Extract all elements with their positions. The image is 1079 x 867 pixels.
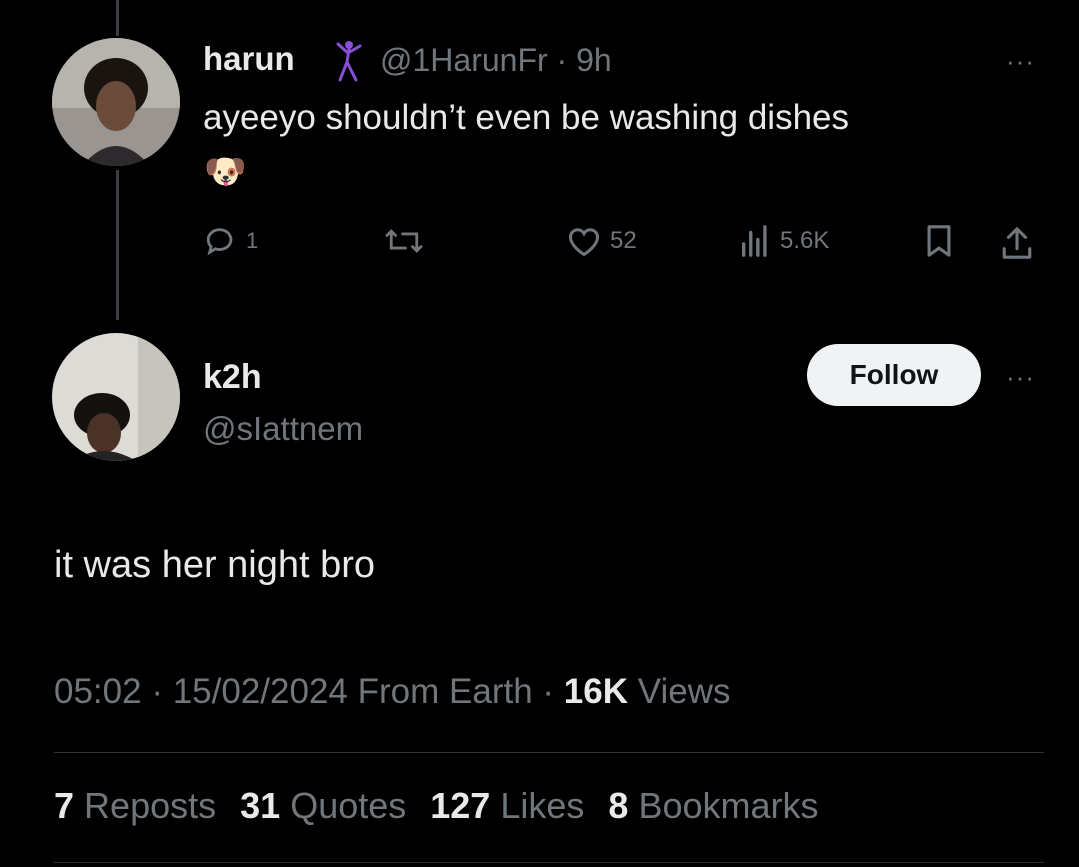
views-count: 5.6K xyxy=(780,227,830,254)
follow-button[interactable]: Follow xyxy=(807,344,981,406)
stat-quotes[interactable]: 31 Quotes xyxy=(240,785,406,827)
tweet-date[interactable]: 15/02/2024 xyxy=(173,672,348,711)
like-button[interactable]: 52 xyxy=(566,224,637,258)
views-label: Views xyxy=(637,672,731,711)
author-name[interactable]: harun xyxy=(203,40,295,78)
engagement-stats: 7 Reposts 31 Quotes 127 Likes 8 Bookmark… xyxy=(54,785,819,827)
separator-dot: · xyxy=(542,672,555,711)
dancer-badge-icon xyxy=(336,41,362,82)
reply-button[interactable]: 1 xyxy=(204,224,258,258)
author-name-k2h[interactable]: k2h xyxy=(203,358,262,397)
stat-bookmarks[interactable]: 8 Bookmarks xyxy=(608,785,818,827)
more-icon[interactable]: ··· xyxy=(1006,48,1035,74)
reply-icon xyxy=(206,228,233,256)
separator-dot: · xyxy=(556,42,568,78)
author-handle[interactable]: @1HarunFr xyxy=(380,42,548,78)
like-icon xyxy=(569,228,599,257)
divider xyxy=(54,752,1044,753)
repost-icon xyxy=(385,229,423,253)
reply-count: 1 xyxy=(246,228,259,253)
views-icon xyxy=(741,225,767,257)
like-count: 52 xyxy=(610,227,637,254)
tweet-meta: 05:02 · 15/02/2024 From Earth · 16K View… xyxy=(54,672,730,712)
bookmark-icon xyxy=(927,225,951,257)
author-handle-k2h[interactable]: @sIattnem xyxy=(203,410,363,448)
stat-reposts[interactable]: 7 Reposts xyxy=(54,785,216,827)
share-icon xyxy=(1002,227,1032,259)
bookmark-button[interactable] xyxy=(924,224,954,258)
dog-emoji: 🐶 xyxy=(204,153,247,191)
share-button[interactable] xyxy=(1000,224,1034,262)
views-button[interactable]: 5.6K xyxy=(738,224,829,258)
tweet-text: ayeeyo shouldn’t even be washing dishes xyxy=(203,98,849,137)
tweet-source: From Earth xyxy=(357,672,533,711)
tweet-time[interactable]: 05:02 xyxy=(54,672,142,711)
main-tweet-text: it was her night bro xyxy=(54,544,376,586)
stat-likes[interactable]: 127 Likes xyxy=(430,785,584,827)
thread-line-top xyxy=(116,0,119,36)
views-count-main: 16K xyxy=(563,672,629,711)
tweet-time[interactable]: 9h xyxy=(576,42,612,78)
author-handle-line: @1HarunFr · 9h xyxy=(380,42,612,79)
divider-bottom xyxy=(54,862,1044,863)
separator-dot: · xyxy=(151,672,163,711)
repost-button[interactable] xyxy=(384,224,424,258)
thread-line xyxy=(116,170,119,320)
avatar-k2h[interactable] xyxy=(52,333,180,461)
avatar-harun[interactable] xyxy=(52,38,180,166)
more-icon-main[interactable]: ··· xyxy=(1006,364,1035,390)
